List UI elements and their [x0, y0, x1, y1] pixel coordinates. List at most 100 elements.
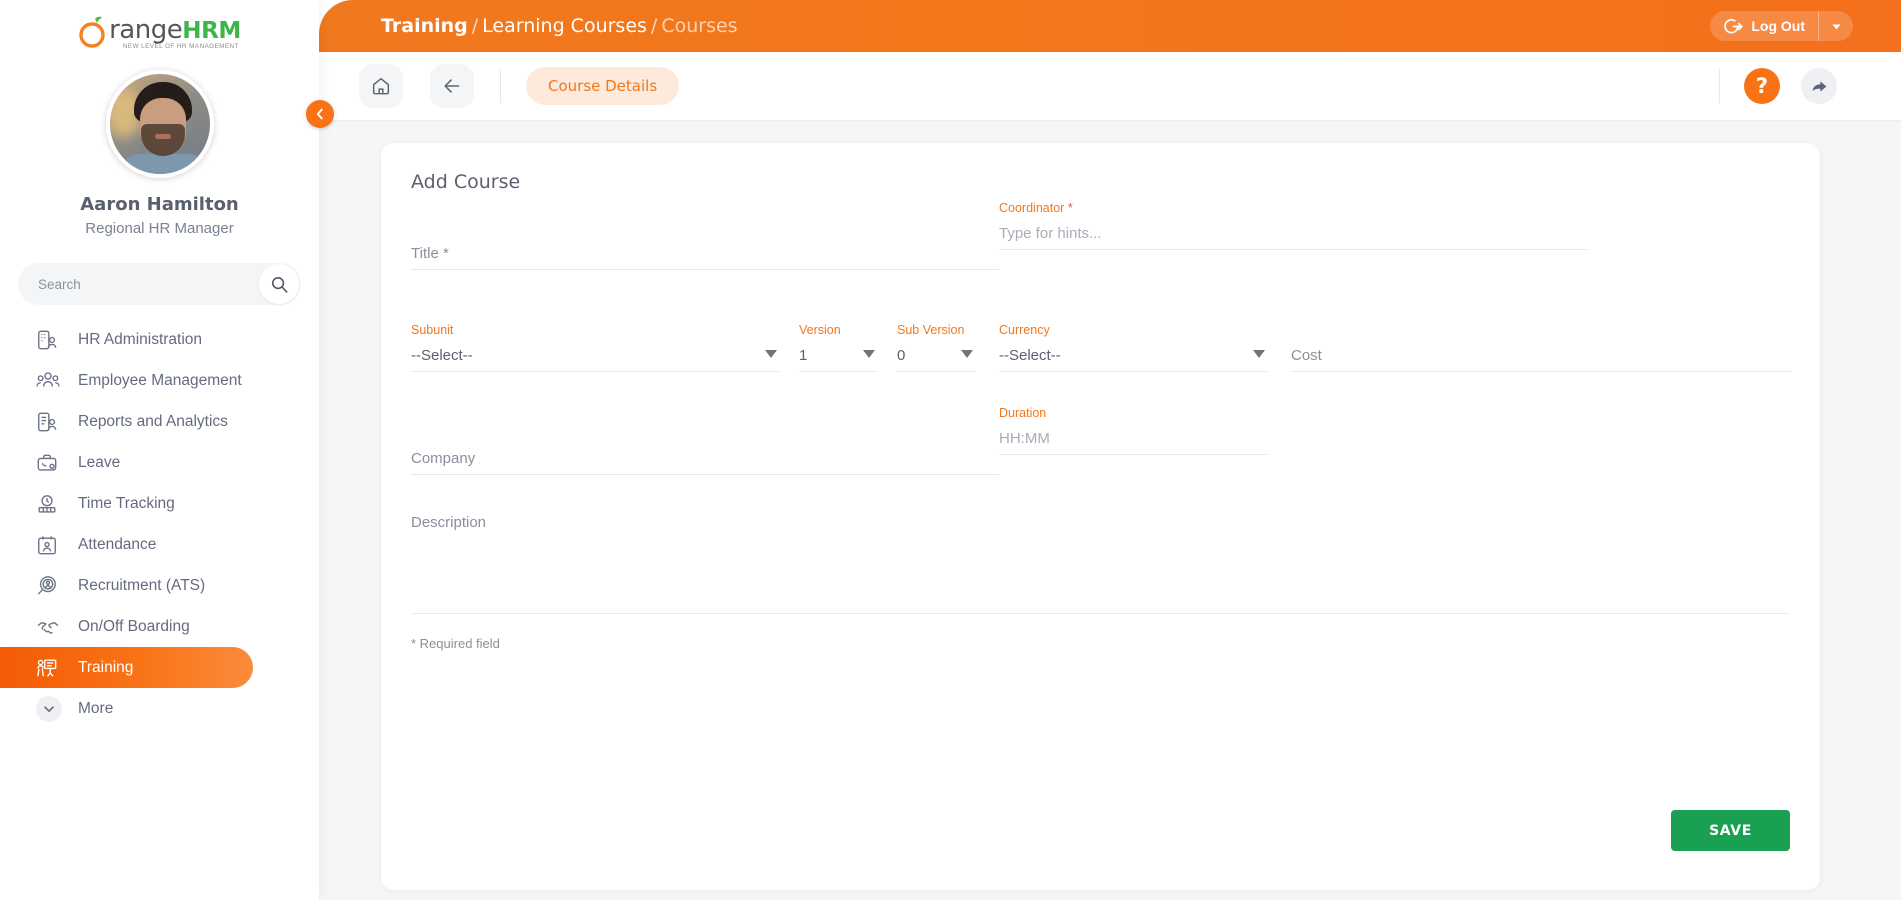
sidebar-search — [18, 263, 301, 305]
reports-analytics-icon — [36, 411, 70, 433]
breadcrumb-module[interactable]: Training — [381, 15, 468, 37]
recruitment-icon — [36, 575, 70, 597]
sidebar-collapse-button[interactable] — [306, 100, 334, 128]
title-input-line[interactable]: Title * — [411, 237, 999, 270]
breadcrumb-separator: / — [650, 15, 658, 37]
subunit-label: Subunit — [411, 323, 454, 337]
sidebar-item-recruitment[interactable]: Recruitment (ATS) — [0, 565, 253, 606]
field-duration: Duration HH:MM — [999, 406, 1267, 455]
sidebar-item-reports-and-analytics[interactable]: Reports and Analytics — [0, 401, 253, 442]
duration-label: Duration — [999, 406, 1047, 420]
field-sub-version: Sub Version 0 — [897, 323, 975, 372]
help-label: ? — [1755, 74, 1769, 98]
sidebar: range HRM NEW LEVEL OF HR MANAGEMENT Aaro… — [0, 0, 319, 900]
coordinator-placeholder: Type for hints... — [999, 224, 1102, 242]
field-company: Company — [411, 426, 999, 475]
share-button[interactable] — [1801, 68, 1837, 104]
duration-placeholder: HH:MM — [999, 429, 1050, 447]
sidebar-item-label: Recruitment (ATS) — [78, 576, 206, 594]
currency-dropdown[interactable]: --Select-- — [999, 339, 1267, 372]
user-name: Aaron Hamilton — [80, 194, 239, 215]
chevron-down-icon — [36, 695, 62, 722]
field-coordinator: Coordinator * Type for hints... — [999, 201, 1587, 250]
search-input[interactable] — [18, 276, 238, 292]
search-button[interactable] — [259, 264, 299, 304]
top-header: Training / Learning Courses / Courses Log Ou… — [318, 0, 1901, 52]
sidebar-item-onoff-boarding[interactable]: On/Off Boarding — [0, 606, 253, 647]
field-subunit: Subunit --Select-- — [411, 323, 779, 372]
logout-label: Log Out — [1751, 18, 1805, 34]
company-input-line[interactable]: Company — [411, 442, 999, 475]
save-button[interactable]: SAVE — [1671, 810, 1790, 851]
home-icon — [372, 77, 390, 95]
brand-logo: range HRM NEW LEVEL OF HR MANAGEMENT — [0, 0, 319, 56]
description-placeholder[interactable]: Description — [411, 514, 486, 531]
avatar[interactable] — [105, 70, 214, 178]
field-version: Version 1 — [799, 323, 877, 372]
header-curve — [319, 0, 353, 52]
sidebar-item-label: Employee Management — [78, 371, 242, 389]
sidebar-item-label: Time Tracking — [78, 494, 175, 512]
sidebar-item-label: More — [78, 699, 114, 717]
arrow-left-icon — [444, 79, 460, 93]
sidebar-inner: range HRM NEW LEVEL OF HR MANAGEMENT Aaro… — [0, 0, 319, 900]
toolbar-divider — [500, 69, 501, 103]
breadcrumb-section[interactable]: Learning Courses — [482, 15, 647, 37]
company-placeholder: Company — [411, 449, 476, 467]
coordinator-input-line[interactable]: Type for hints... — [999, 217, 1587, 250]
sidebar-item-label: HR Administration — [78, 330, 203, 348]
toolbar-right: ? — [1719, 68, 1901, 104]
chevron-down-icon — [961, 350, 973, 358]
logout-main[interactable]: Log Out — [1710, 11, 1819, 41]
field-cost: Cost — [1291, 323, 1791, 372]
chevron-left-icon — [316, 108, 323, 120]
add-course-card: Add Course Title * Coordinator * Type fo… — [381, 143, 1820, 890]
subunit-dropdown[interactable]: --Select-- — [411, 339, 779, 372]
attendance-icon — [36, 534, 70, 556]
page-title: Add Course — [411, 171, 521, 193]
toolbar-divider-right — [1719, 69, 1720, 103]
brand-tagline: NEW LEVEL OF HR MANAGEMENT — [122, 42, 239, 50]
sub-version-dropdown[interactable]: 0 — [897, 339, 975, 372]
sidebar-item-hr-administration[interactable]: HR Administration — [0, 319, 253, 360]
employee-management-icon — [36, 370, 70, 392]
user-role: Regional HR Manager — [85, 220, 234, 237]
coordinator-required-mark: * — [1067, 201, 1073, 215]
training-icon — [36, 657, 70, 679]
sidebar-item-label: Leave — [78, 453, 121, 471]
currency-label: Currency — [999, 323, 1050, 337]
version-value: 1 — [799, 346, 808, 364]
version-dropdown[interactable]: 1 — [799, 339, 877, 372]
orange-logo-icon — [78, 15, 108, 49]
sidebar-item-label: Training — [78, 658, 134, 676]
logout-button[interactable]: Log Out — [1710, 11, 1853, 41]
description-underline[interactable] — [411, 613, 1790, 614]
help-button[interactable]: ? — [1744, 68, 1780, 104]
tab-course-details[interactable]: Course Details — [526, 67, 680, 105]
sidebar-item-time-tracking[interactable]: Time Tracking — [0, 483, 253, 524]
subunit-value: --Select-- — [411, 346, 473, 364]
logout-dropdown-button[interactable] — [1819, 11, 1853, 41]
sidebar-item-leave[interactable]: Leave — [0, 442, 253, 483]
sub-version-value: 0 — [897, 346, 906, 364]
brand-name-right: HRM — [182, 17, 241, 44]
cost-input-line[interactable]: Cost — [1291, 339, 1791, 372]
title-placeholder: Title * — [411, 244, 449, 262]
sidebar-item-employee-management[interactable]: Employee Management — [0, 360, 253, 401]
sidebar-item-more[interactable]: More — [0, 688, 253, 729]
breadcrumb: Training / Learning Courses / Courses — [381, 15, 738, 37]
sidebar-item-attendance[interactable]: Attendance — [0, 524, 253, 565]
time-tracking-icon — [36, 493, 70, 515]
sidebar-item-training[interactable]: Training — [0, 647, 253, 688]
share-icon — [1812, 80, 1826, 92]
breadcrumb-separator: / — [471, 15, 479, 37]
chevron-down-icon — [765, 350, 777, 358]
coordinator-label-text: Coordinator — [999, 201, 1065, 215]
back-button[interactable] — [430, 64, 474, 108]
coordinator-label: Coordinator * — [999, 201, 1587, 215]
sidebar-item-label: Attendance — [78, 535, 157, 553]
search-icon — [271, 276, 288, 293]
chevron-down-icon — [1253, 350, 1265, 358]
duration-input-line[interactable]: HH:MM — [999, 422, 1267, 455]
home-button[interactable] — [359, 64, 403, 108]
